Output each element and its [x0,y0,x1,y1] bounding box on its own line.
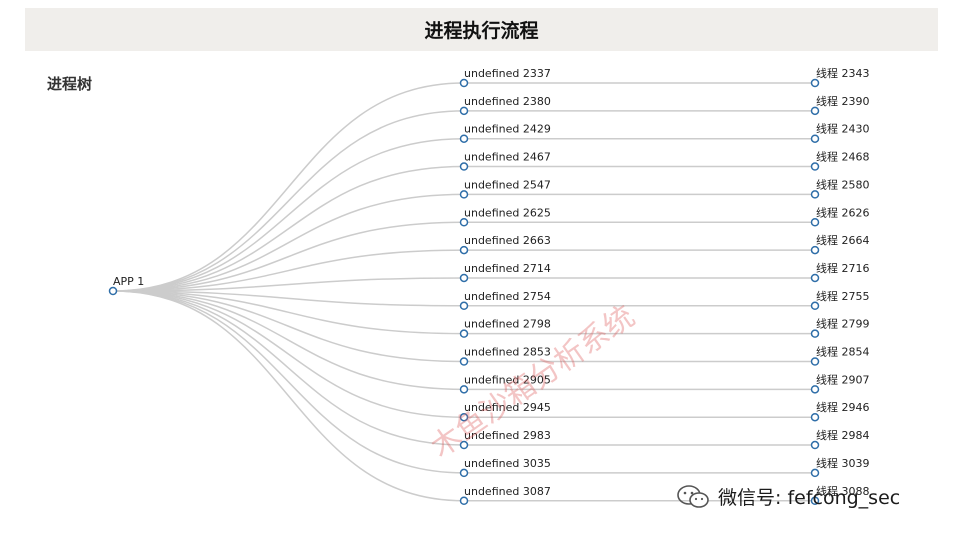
process-node [459,162,469,171]
process-node [459,273,469,283]
wechat-id-text: 微信号: fefcong_sec [718,487,901,509]
process-node-label: undefined 3087 [464,485,551,498]
thread-node-label: 线程 2626 [816,205,870,219]
thread-node-label: 线程 2664 [816,233,870,247]
process-node [459,134,469,143]
tree-nodes: undefined 2337 线程 2343 undefined 2380 线程 23… [108,66,870,505]
process-node-label: undefined 2853 [464,346,551,359]
process-node-label: undefined 2429 [464,123,551,136]
thread-node-label: 线程 3039 [816,456,870,470]
thread-node-label: 线程 2854 [816,345,870,359]
wechat-icon [676,484,710,510]
thread-node-label: 线程 2430 [816,122,870,136]
process-node-label: undefined 2905 [464,373,551,386]
process-node [459,218,469,227]
root-node-label: APP 1 [113,275,144,288]
tree-link [112,110,465,292]
thread-node [810,162,820,171]
process-node [459,496,469,505]
thread-node [810,218,820,227]
process-node [459,385,469,394]
tree-link [112,290,465,446]
thread-node-label: 线程 2755 [816,289,870,303]
process-node-label: undefined 2663 [464,234,551,247]
process-node [459,329,469,338]
process-node-label: undefined 2547 [464,178,551,191]
thread-node [810,385,820,394]
thread-node [810,245,820,255]
tree-link [112,290,465,474]
process-node-label: undefined 2714 [464,262,551,275]
thread-node [810,357,820,366]
tree-link [112,165,465,292]
thread-node-label: 线程 2799 [816,317,870,331]
thread-node [810,440,820,450]
tree-link [112,290,465,418]
process-node [459,106,469,116]
process-node [459,412,469,422]
process-node-label: undefined 2945 [464,401,551,414]
thread-node [810,190,820,199]
process-node [459,245,469,255]
process-node-label: undefined 2380 [464,95,551,108]
wechat-footer: 微信号: fefcong_sec [676,483,900,510]
process-node-label: undefined 2983 [464,429,551,442]
process-node-label: undefined 2467 [464,151,551,164]
thread-node-label: 线程 2390 [816,94,870,108]
tree-link [112,221,465,292]
tree-link [112,82,465,292]
thread-node [810,78,820,88]
thread-node [810,301,820,311]
tree-link [112,137,465,292]
thread-node-label: 线程 2468 [816,150,870,164]
root-node [108,286,118,296]
thread-node [810,134,820,143]
thread-node [810,273,820,283]
tree-link [112,290,465,363]
process-node [459,301,469,311]
thread-node-label: 线程 2984 [816,428,870,442]
process-node-label: undefined 2625 [464,206,551,219]
process-node-label: undefined 2337 [464,67,551,80]
process-node [459,468,469,478]
process-node [459,78,469,88]
process-node [459,357,469,366]
thread-node-label: 线程 2716 [816,261,870,275]
thread-node-label: 线程 2580 [816,177,870,191]
thread-node [810,329,820,338]
thread-node-label: 线程 2343 [816,66,870,80]
process-tree: undefined 2337 线程 2343 undefined 2380 线程 23… [108,66,870,505]
process-node [459,440,469,450]
process-node-label: undefined 3035 [464,457,551,470]
process-node-label: undefined 2754 [464,290,551,303]
tree-link [112,193,465,292]
thread-node-label: 线程 2946 [816,400,870,414]
thread-node [810,106,820,116]
thread-node [810,468,820,478]
tree-link [112,290,465,502]
thread-node [810,412,820,422]
process-node [459,190,469,199]
thread-node-label: 线程 2907 [816,372,870,386]
process-node-label: undefined 2798 [464,318,551,331]
